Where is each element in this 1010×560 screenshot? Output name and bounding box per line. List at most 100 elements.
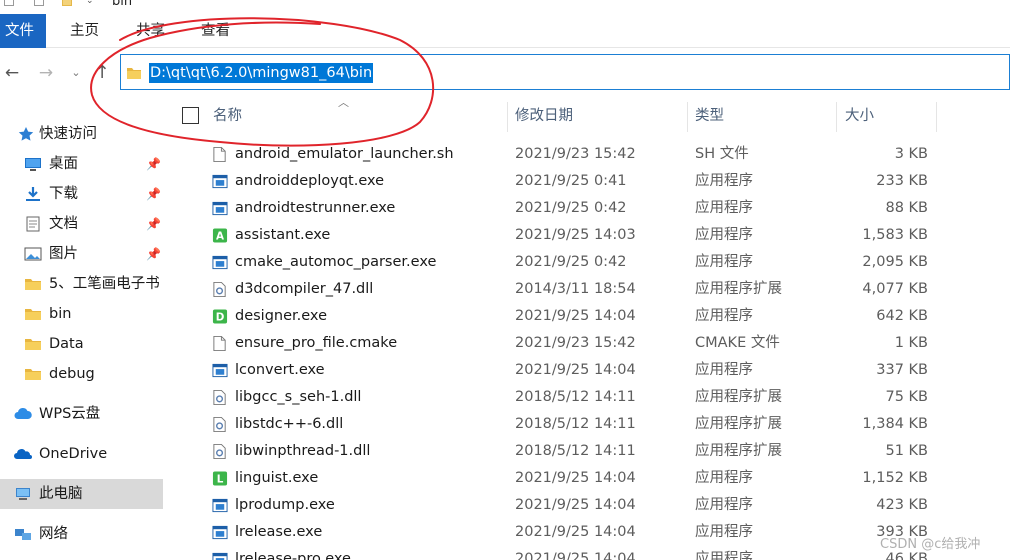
sort-ascending-icon: ︿ xyxy=(338,96,349,109)
sidebar-item-folder-bin[interactable]: bin xyxy=(0,299,170,329)
sidebar-item-pictures[interactable]: 图片 📌 xyxy=(0,239,170,269)
file-row[interactable]: android_emulator_launcher.sh 2021/9/23 15… xyxy=(170,141,1010,168)
file-name[interactable]: androidtestrunner.exe xyxy=(235,195,395,222)
dll-gear-icon xyxy=(213,416,226,433)
file-type: SH 文件 xyxy=(695,146,749,162)
file-row[interactable]: Llinguist.exe 2021/9/25 14:04 应用程序 1,152 KB xyxy=(170,465,1010,492)
document-icon xyxy=(26,216,40,232)
address-bar[interactable]: D:\qt\qt\6.2.0\mingw81_64\bin xyxy=(120,54,1010,90)
file-type: CMAKE 文件 xyxy=(695,335,780,351)
file-date: 2018/5/12 14:11 xyxy=(515,416,636,432)
file-name[interactable]: assistant.exe xyxy=(235,222,330,249)
recent-locations-chevron-icon[interactable]: ⌄ xyxy=(64,60,88,86)
navigation-pane: 快速访问 桌面 📌 下载 📌 文档 📌 图片 📌 5、工笔画电子书 bin Da… xyxy=(0,98,170,560)
column-divider[interactable] xyxy=(507,102,508,132)
file-date: 2021/9/25 14:04 xyxy=(515,470,636,486)
column-header: ︿ 名称 修改日期 类型 大小 xyxy=(170,96,1010,134)
file-row[interactable]: androiddeployqt.exe 2021/9/25 0:41 应用程序 233… xyxy=(170,168,1010,195)
file-name[interactable]: android_emulator_launcher.sh xyxy=(235,141,454,168)
file-row[interactable]: libwinpthread-1.dll 2018/5/12 14:11 应用程序扩展… xyxy=(170,438,1010,465)
pin-icon[interactable]: 📌 xyxy=(146,179,161,209)
properties-icon[interactable] xyxy=(34,0,44,6)
file-name[interactable]: lrelease-pro.exe xyxy=(235,546,351,560)
file-name[interactable]: lprodump.exe xyxy=(235,492,335,519)
file-row[interactable]: lconvert.exe 2021/9/25 14:04 应用程序 337 KB xyxy=(170,357,1010,384)
network-icon xyxy=(15,529,31,540)
pin-icon[interactable]: 📌 xyxy=(146,209,161,239)
file-name[interactable]: cmake_automoc_parser.exe xyxy=(235,249,436,276)
column-type[interactable]: 类型 xyxy=(695,98,724,134)
file-name[interactable]: d3dcompiler_47.dll xyxy=(235,276,373,303)
file-name[interactable]: linguist.exe xyxy=(235,465,318,492)
select-all-checkbox[interactable] xyxy=(182,107,199,124)
app-window-icon xyxy=(212,498,228,513)
file-type: 应用程序 xyxy=(695,524,753,540)
file-row[interactable]: libstdc++-6.dll 2018/5/12 14:11 应用程序扩展 1,38… xyxy=(170,411,1010,438)
file-name[interactable]: lrelease.exe xyxy=(235,519,322,546)
tab-home[interactable]: 主页 xyxy=(60,14,109,48)
sidebar-item-wps-cloud[interactable]: WPS云盘 xyxy=(0,399,170,429)
forward-arrow-icon[interactable]: → xyxy=(34,60,58,86)
file-name[interactable]: designer.exe xyxy=(235,303,327,330)
file-row[interactable]: d3dcompiler_47.dll 2014/3/11 18:54 应用程序扩展 4… xyxy=(170,276,1010,303)
file-size: 233 KB xyxy=(876,173,928,189)
file-type: 应用程序 xyxy=(695,551,753,560)
file-type: 应用程序扩展 xyxy=(695,443,782,459)
assistant-a-icon: A xyxy=(212,228,228,243)
sidebar-item-folder-debug[interactable]: debug xyxy=(0,359,170,389)
file-name[interactable]: androiddeployqt.exe xyxy=(235,168,384,195)
navigation-bar: ← → ⌄ ↑ D:\qt\qt\6.2.0\mingw81_64\bin xyxy=(0,48,1010,98)
file-row[interactable]: lprodump.exe 2021/9/25 14:04 应用程序 423 KB xyxy=(170,492,1010,519)
file-name[interactable]: lconvert.exe xyxy=(235,357,325,384)
column-date[interactable]: 修改日期 xyxy=(515,98,573,134)
tab-view[interactable]: 查看 xyxy=(191,14,240,48)
file-name[interactable]: libstdc++-6.dll xyxy=(235,411,343,438)
file-date: 2021/9/25 0:42 xyxy=(515,200,627,216)
svg-text:L: L xyxy=(217,474,224,486)
generic-file-icon xyxy=(213,335,226,352)
file-row[interactable]: androidtestrunner.exe 2021/9/25 0:42 应用程序 8… xyxy=(170,195,1010,222)
sidebar-item-documents[interactable]: 文档 📌 xyxy=(0,209,170,239)
column-divider[interactable] xyxy=(687,102,688,132)
sidebar-item-label: 桌面 xyxy=(49,156,78,172)
file-row[interactable]: cmake_automoc_parser.exe 2021/9/25 0:42 应用… xyxy=(170,249,1010,276)
file-size: 4,077 KB xyxy=(862,281,928,297)
sidebar-item-folder-data[interactable]: Data xyxy=(0,329,170,359)
up-arrow-icon[interactable]: ↑ xyxy=(90,60,114,86)
sidebar-item-this-pc[interactable]: 此电脑 xyxy=(0,479,163,509)
column-size[interactable]: 大小 xyxy=(845,98,874,134)
file-date: 2021/9/23 15:42 xyxy=(515,335,636,351)
file-name[interactable]: libwinpthread-1.dll xyxy=(235,438,370,465)
quick-access-icon[interactable] xyxy=(4,0,14,6)
sidebar-item-onedrive[interactable]: OneDrive xyxy=(0,439,170,469)
column-divider[interactable] xyxy=(936,102,937,132)
file-name[interactable]: libgcc_s_seh-1.dll xyxy=(235,384,361,411)
file-type: 应用程序 xyxy=(695,308,753,324)
tab-file[interactable]: 文件 xyxy=(0,14,46,48)
column-name[interactable]: 名称 xyxy=(213,98,242,134)
address-path[interactable]: D:\qt\qt\6.2.0\mingw81_64\bin xyxy=(149,63,374,83)
sidebar-item-network[interactable]: 网络 xyxy=(0,519,170,549)
sidebar-item-folder-ebook[interactable]: 5、工笔画电子书 xyxy=(0,269,170,299)
sidebar-item-downloads[interactable]: 下载 📌 xyxy=(0,179,170,209)
tab-share[interactable]: 共享 xyxy=(126,14,175,48)
folder-icon xyxy=(25,339,41,350)
file-row[interactable]: Ddesigner.exe 2021/9/25 14:04 应用程序 642 KB xyxy=(170,303,1010,330)
file-name[interactable]: ensure_pro_file.cmake xyxy=(235,330,397,357)
file-row[interactable]: Aassistant.exe 2021/9/25 14:03 应用程序 1,583 K… xyxy=(170,222,1010,249)
sidebar-item-quick-access[interactable]: 快速访问 xyxy=(0,119,170,149)
folder-icon[interactable] xyxy=(62,0,72,6)
file-type: 应用程序 xyxy=(695,470,753,486)
app-window-icon xyxy=(212,201,228,216)
sidebar-item-desktop[interactable]: 桌面 📌 xyxy=(0,149,170,179)
pin-icon[interactable]: 📌 xyxy=(146,239,161,269)
file-row[interactable]: libgcc_s_seh-1.dll 2018/5/12 14:11 应用程序扩展 7… xyxy=(170,384,1010,411)
svg-text:A: A xyxy=(216,231,224,243)
column-divider[interactable] xyxy=(836,102,837,132)
file-row[interactable]: ensure_pro_file.cmake 2021/9/23 15:42 CMAK… xyxy=(170,330,1010,357)
file-type: 应用程序扩展 xyxy=(695,389,782,405)
back-arrow-icon[interactable]: ← xyxy=(0,60,24,86)
chevron-down-icon[interactable]: ⌄ xyxy=(86,0,96,6)
file-size: 3 KB xyxy=(894,146,928,162)
pin-icon[interactable]: 📌 xyxy=(146,149,161,179)
